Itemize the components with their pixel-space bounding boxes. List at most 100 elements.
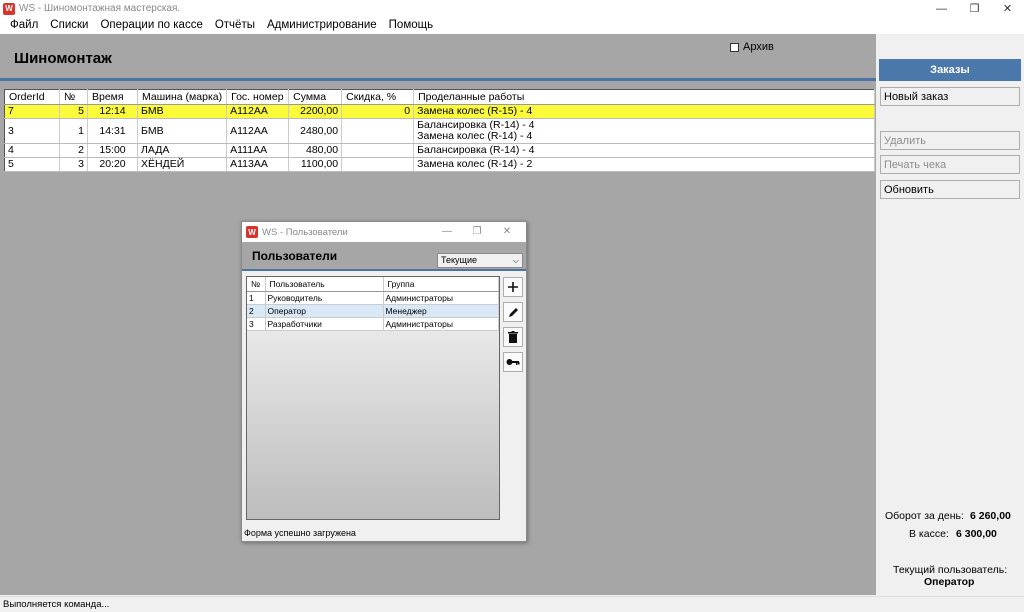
menu-reports[interactable]: Отчёты — [209, 17, 261, 34]
minimize-icon[interactable]: — — [925, 0, 958, 17]
column-header[interactable]: Время — [87, 89, 138, 105]
cell-order-id: 4 — [4, 143, 60, 158]
app-logo-icon: W — [3, 2, 15, 15]
menu-file[interactable]: Файл — [0, 17, 44, 34]
work-line: Балансировка (R-14) - 4 — [417, 144, 535, 156]
column-header[interactable]: Скидка, % — [341, 89, 415, 105]
table-row[interactable]: 3 Разработчики Администраторы — [247, 317, 499, 331]
dialog-window-controls: — ❐ ✕ — [432, 222, 522, 242]
cell-order-id: 3 — [4, 118, 60, 144]
cell-car: ЛАДА — [137, 143, 228, 158]
menu-bar: Файл Списки Операции по кассе Отчёты Адм… — [0, 17, 1024, 34]
cell-user: Разработчики — [265, 317, 384, 331]
cell-order-id: 5 — [4, 157, 60, 172]
table-row[interactable]: 3 1 14:31 БМВ А112АА 2480,00 Балансировк… — [4, 118, 875, 144]
table-row[interactable]: 4 2 15:00 ЛАДА А111АА 480,00 Балансировк… — [4, 143, 875, 158]
cell-group: Администраторы — [383, 317, 499, 331]
cell-works: Замена колес (R-14) - 2 — [413, 157, 875, 172]
cell-works: Балансировка (R-14) - 4 Замена колес (R-… — [413, 118, 875, 144]
edit-user-button[interactable] — [503, 302, 523, 322]
cell-car: БМВ — [137, 118, 228, 144]
cell-car: ХЁНДЕЙ — [137, 157, 228, 172]
table-row[interactable]: 7 5 12:14 БМВ А112АА 2200,00 0 Замена ко… — [4, 104, 875, 119]
minimize-icon[interactable]: — — [432, 222, 462, 242]
user-filter-select[interactable]: Текущие ⌵ — [437, 253, 523, 268]
column-header[interactable]: Пользователь — [265, 277, 384, 292]
cell-sum: 1100,00 — [288, 157, 343, 172]
cell-user: Руководитель — [265, 291, 384, 305]
column-header[interactable]: Гос. номер — [226, 89, 290, 105]
key-icon — [506, 359, 520, 365]
dialog-title-bar[interactable]: W WS - Пользователи — ❐ ✕ — [242, 222, 526, 242]
work-line: Замена колес (R-15) - 4 — [417, 105, 533, 117]
page-header: Шиномонтаж Архив — [0, 34, 876, 81]
cash-value: 6 300,00 — [956, 528, 997, 540]
cell-num: 1 — [59, 118, 88, 144]
cell-plate: А112АА — [226, 104, 290, 119]
column-header[interactable]: Машина (марка) — [137, 89, 228, 105]
turnover-value: 6 260,00 — [970, 510, 1011, 522]
window-title: WS - Шиномонтажная мастерская. — [19, 3, 181, 14]
edit-pencil-icon — [508, 307, 518, 317]
archive-checkbox[interactable]: Архив — [730, 41, 774, 53]
delete-button[interactable]: Удалить — [880, 131, 1020, 150]
archive-label: Архив — [743, 41, 774, 53]
cell-time: 15:00 — [87, 143, 138, 158]
app-logo-icon: W — [246, 226, 258, 238]
cell-car: БМВ — [137, 104, 228, 119]
cell-sum: 2480,00 — [288, 118, 343, 144]
cash-label: В кассе: — [909, 528, 949, 540]
maximize-icon[interactable]: ❐ — [462, 222, 492, 242]
window-controls: — ❐ ✕ — [925, 0, 1024, 17]
print-receipt-button[interactable]: Печать чека — [880, 155, 1020, 174]
page-title: Шиномонтаж — [14, 50, 112, 67]
cell-num: 3 — [247, 317, 266, 331]
cell-order-id: 7 — [4, 104, 60, 119]
cell-works: Балансировка (R-14) - 4 — [413, 143, 875, 158]
close-icon[interactable]: ✕ — [492, 222, 522, 242]
menu-help[interactable]: Помощь — [383, 17, 439, 34]
add-user-button[interactable] — [503, 277, 523, 297]
column-header[interactable]: Проделанные работы — [413, 89, 875, 105]
cell-num: 2 — [59, 143, 88, 158]
add-icon — [508, 282, 518, 292]
cell-group: Менеджер — [383, 304, 499, 318]
refresh-button[interactable]: Обновить — [880, 180, 1020, 199]
cell-sum: 2200,00 — [288, 104, 343, 119]
tab-orders[interactable]: Заказы — [879, 59, 1021, 81]
menu-cash-operations[interactable]: Операции по кассе — [94, 17, 208, 34]
new-order-button[interactable]: Новый заказ — [880, 87, 1020, 106]
cell-plate: А111АА — [226, 143, 290, 158]
cell-num: 5 — [59, 104, 88, 119]
table-row[interactable]: 2 Оператор Менеджер — [247, 304, 499, 318]
cell-num: 2 — [247, 304, 266, 318]
column-header[interactable]: OrderId — [4, 89, 60, 105]
cell-discount — [341, 157, 415, 172]
cell-num: 1 — [247, 291, 266, 305]
users-grid: № Пользователь Группа 1 Руководитель Адм… — [246, 276, 500, 520]
table-row[interactable]: 5 3 20:20 ХЁНДЕЙ А113АА 1100,00 Замена к… — [4, 157, 875, 172]
column-header[interactable]: Группа — [383, 277, 499, 292]
cell-time: 14:31 — [87, 118, 138, 144]
orders-table: OrderId № Время Машина (марка) Гос. номе… — [4, 89, 875, 172]
close-icon[interactable]: ✕ — [991, 0, 1024, 17]
table-row[interactable]: 1 Руководитель Администраторы — [247, 291, 499, 305]
dialog-header: Пользователи Текущие ⌵ — [242, 242, 526, 271]
chevron-down-icon: ⌵ — [512, 256, 519, 265]
change-password-button[interactable] — [503, 352, 523, 372]
delete-user-button[interactable] — [503, 327, 523, 347]
cell-plate: А112АА — [226, 118, 290, 144]
maximize-icon[interactable]: ❐ — [958, 0, 991, 17]
cell-discount — [341, 143, 415, 158]
column-header[interactable]: № — [59, 89, 88, 105]
work-line: Замена колес (R-14) - 2 — [417, 158, 533, 170]
menu-lists[interactable]: Списки — [44, 17, 94, 34]
column-header[interactable]: № — [247, 277, 266, 292]
turnover-label: Оборот за день: — [885, 510, 964, 522]
right-panel: Заказы Новый заказ Удалить Печать чека О… — [876, 34, 1024, 595]
menu-administration[interactable]: Администрирование — [261, 17, 383, 34]
title-bar: W WS - Шиномонтажная мастерская. — ❐ ✕ — [0, 0, 1024, 17]
column-header[interactable]: Сумма — [288, 89, 343, 105]
cell-discount: 0 — [341, 104, 415, 119]
checkbox-icon[interactable] — [730, 42, 739, 52]
